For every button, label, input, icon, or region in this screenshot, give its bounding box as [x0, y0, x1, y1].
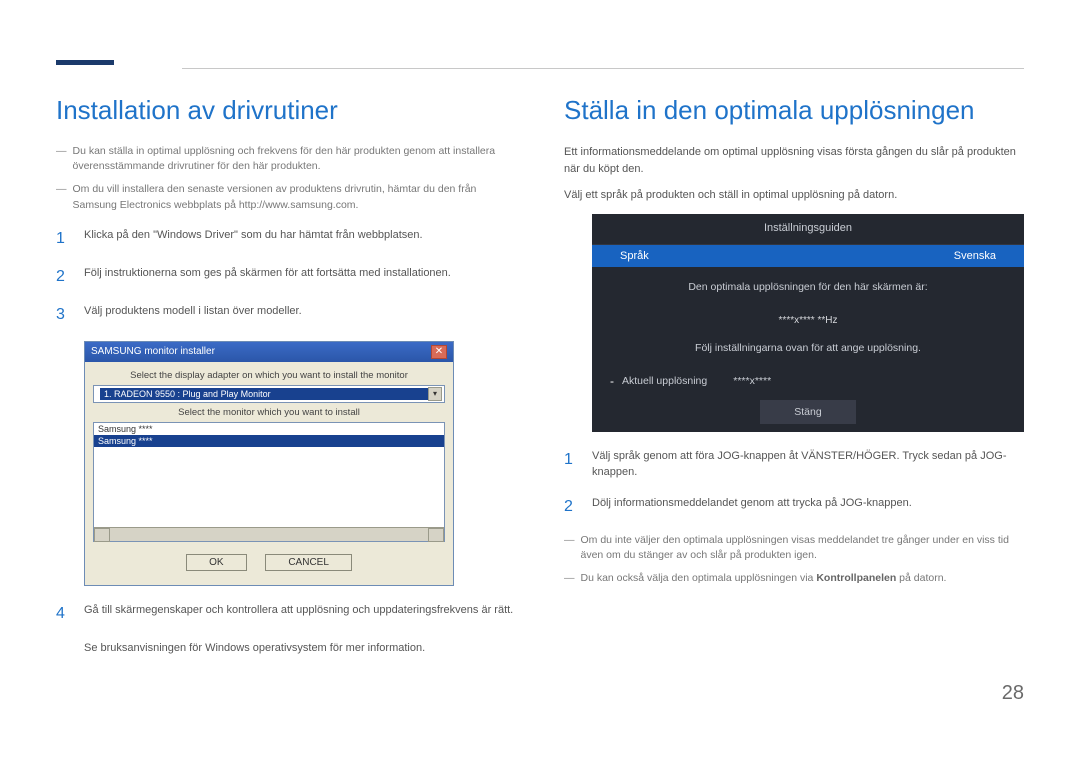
column-left: Installation av drivrutiner ― Du kan stä…: [56, 95, 516, 656]
installer-buttons: OK CANCEL: [93, 548, 445, 577]
list-item-selected[interactable]: Samsung ****: [94, 435, 444, 447]
dash-icon: ―: [56, 182, 67, 212]
step-text: Gå till skärmegenskaper och kontrollera …: [84, 602, 513, 626]
bullet-icon: -: [610, 374, 614, 388]
step-number: 4: [56, 602, 70, 626]
installer-label: Select the display adapter on which you …: [93, 370, 445, 381]
osd-close-wrap: Stäng: [592, 400, 1024, 424]
osd-current-value: ****x****: [733, 375, 771, 387]
dash-icon: ―: [56, 144, 67, 174]
intro-text: Välj ett språk på produkten och ställ in…: [564, 187, 1024, 204]
note-text: Om du vill installera den senaste versio…: [73, 182, 517, 212]
step-number: 2: [564, 495, 578, 519]
note-bold: Kontrollpanelen: [816, 572, 896, 584]
header-rule: [56, 60, 1024, 69]
monitor-list[interactable]: Samsung **** Samsung ****: [93, 422, 445, 542]
list-item[interactable]: Samsung ****: [94, 423, 444, 435]
note-segment: på datorn.: [896, 572, 946, 584]
step-4: 4 Gå till skärmegenskaper och kontroller…: [56, 602, 516, 626]
step-2: 2 Dölj informationsmeddelandet genom att…: [564, 495, 1024, 519]
two-column-layout: Installation av drivrutiner ― Du kan stä…: [56, 95, 1024, 656]
column-right: Ställa in den optimala upplösningen Ett …: [564, 95, 1024, 656]
note-text: Du kan också välja den optimala upplösni…: [581, 571, 947, 586]
chapter-mark: [56, 60, 114, 65]
note-text: Om du inte väljer den optimala upplösnin…: [581, 533, 1025, 563]
close-icon[interactable]: ✕: [431, 345, 447, 359]
note-text: Du kan ställa in optimal upplösning och …: [73, 144, 517, 174]
note-item: ― Du kan ställa in optimal upplösning oc…: [56, 144, 516, 174]
step-2: 2 Följ instruktionerna som ges på skärme…: [56, 265, 516, 289]
osd-close-button[interactable]: Stäng: [760, 400, 855, 424]
chevron-down-icon[interactable]: ▾: [428, 387, 442, 401]
note-segment: Du kan också välja den optimala upplösni…: [581, 572, 817, 584]
dash-icon: ―: [564, 571, 575, 586]
osd-title: Inställningsguiden: [592, 214, 1024, 245]
installer-label: Select the monitor which you want to ins…: [93, 407, 445, 418]
note-item: ― Om du vill installera den senaste vers…: [56, 182, 516, 212]
osd-current-label: Aktuell upplösning: [622, 375, 707, 387]
step-text: Följ instruktionerna som ges på skärmen …: [84, 265, 451, 289]
installer-dialog: SAMSUNG monitor installer ✕ Select the d…: [84, 341, 454, 586]
installer-title: SAMSUNG monitor installer: [91, 346, 215, 357]
adapter-select[interactable]: 1. RADEON 9550 : Plug and Play Monitor ▾: [93, 385, 445, 403]
step-text: Välj språk genom att föra JOG-knappen åt…: [592, 448, 1024, 481]
scrollbar-horizontal[interactable]: [94, 527, 444, 541]
heading-left: Installation av drivrutiner: [56, 95, 516, 126]
step-number: 1: [564, 448, 578, 481]
step-number: 2: [56, 265, 70, 289]
step-1: 1 Klicka på den "Windows Driver" som du …: [56, 227, 516, 251]
footnote-text: Se bruksanvisningen för Windows operativ…: [84, 640, 516, 657]
step-1: 1 Välj språk genom att föra JOG-knappen …: [564, 448, 1024, 481]
heading-right: Ställa in den optimala upplösningen: [564, 95, 1024, 126]
osd-resolution: ****x**** **Hz: [592, 307, 1024, 340]
step-text: Dölj informationsmeddelandet genom att t…: [592, 495, 912, 519]
cancel-button[interactable]: CANCEL: [265, 554, 352, 571]
step-number: 1: [56, 227, 70, 251]
osd-panel: Inställningsguiden Språk Svenska Den opt…: [592, 214, 1024, 432]
step-text: Klicka på den "Windows Driver" som du ha…: [84, 227, 423, 251]
step-number: 3: [56, 303, 70, 327]
osd-lang-label: Språk: [620, 250, 649, 262]
note-item: ― Om du inte väljer den optimala upplösn…: [564, 533, 1024, 563]
osd-current-row: - Aktuell upplösning ****x****: [592, 368, 1024, 400]
page-root: Installation av drivrutiner ― Du kan stä…: [0, 0, 1080, 696]
installer-body: Select the display adapter on which you …: [85, 362, 453, 585]
horizontal-rule: [182, 68, 1024, 69]
step-3: 3 Välj produktens modell i listan över m…: [56, 303, 516, 327]
osd-language-row[interactable]: Språk Svenska: [592, 245, 1024, 267]
osd-follow-text: Följ inställningarna ovan för att ange u…: [592, 340, 1024, 368]
ok-button[interactable]: OK: [186, 554, 246, 571]
page-number: 28: [1002, 682, 1024, 705]
note-item: ― Du kan också välja den optimala upplös…: [564, 571, 1024, 586]
adapter-select-value: 1. RADEON 9550 : Plug and Play Monitor: [100, 388, 428, 400]
intro-text: Ett informationsmeddelande om optimal up…: [564, 144, 1024, 177]
osd-lang-value: Svenska: [954, 250, 996, 262]
step-text: Välj produktens modell i listan över mod…: [84, 303, 302, 327]
installer-titlebar: SAMSUNG monitor installer ✕: [85, 342, 453, 362]
osd-optimal-text: Den optimala upplösningen för den här sk…: [592, 267, 1024, 307]
dash-icon: ―: [564, 533, 575, 563]
